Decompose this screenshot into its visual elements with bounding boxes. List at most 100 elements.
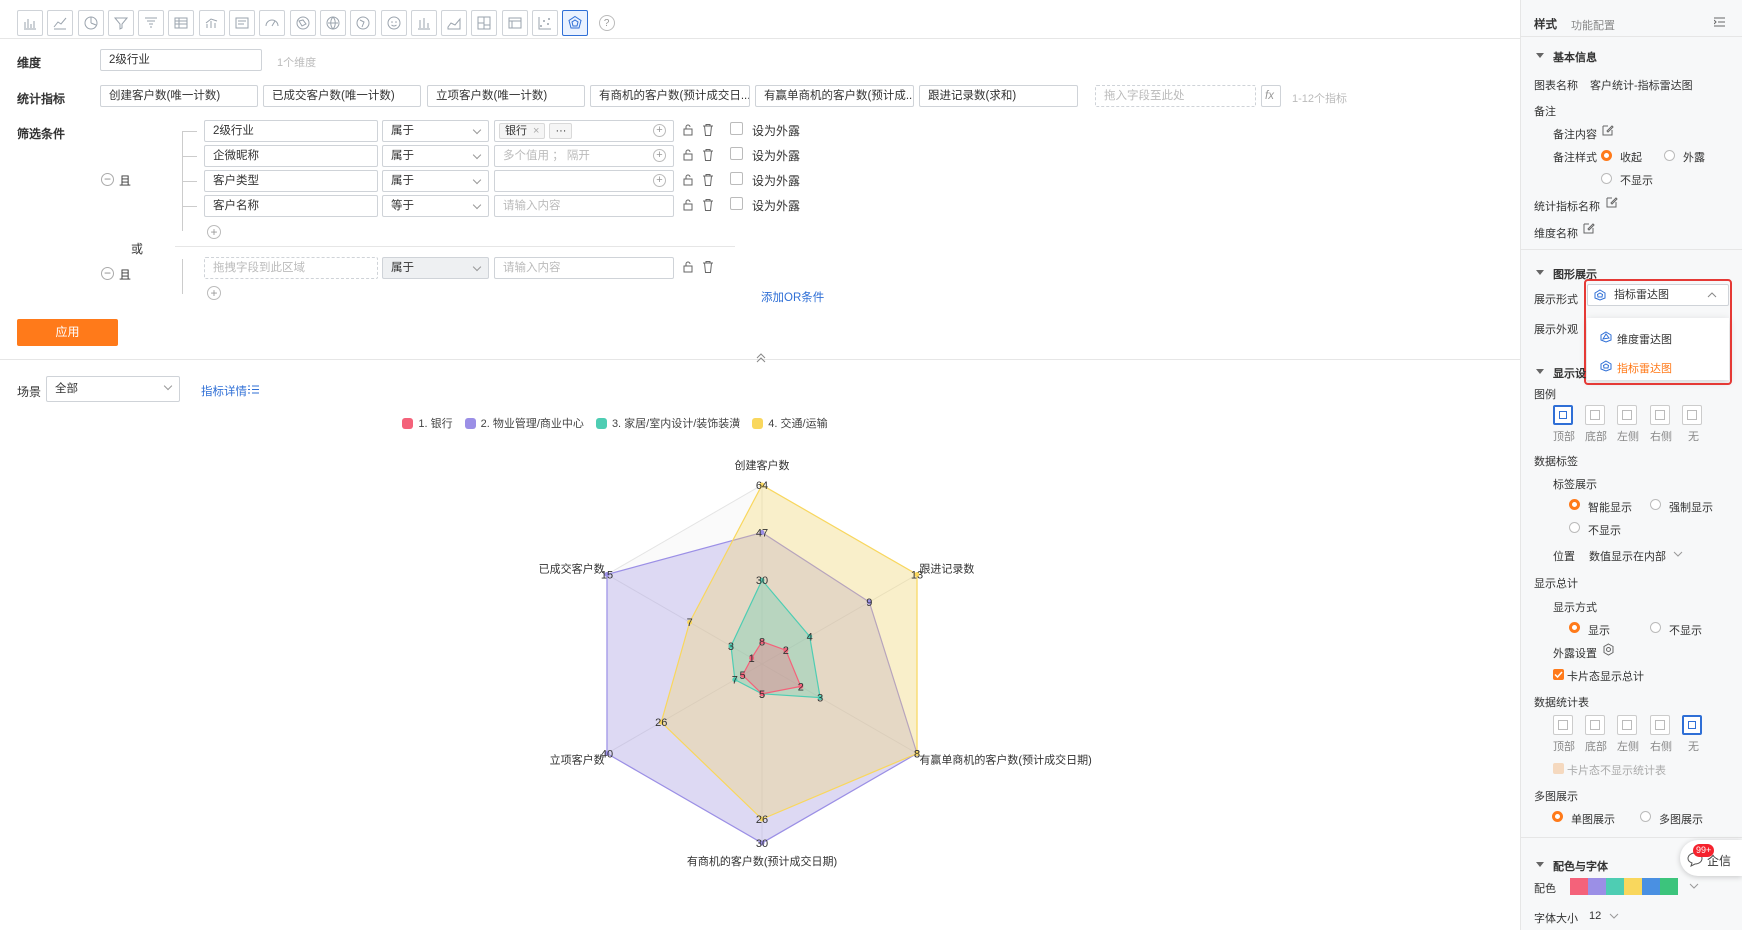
display-settings-header[interactable]: 显示设 (1553, 365, 1586, 381)
position-option-button[interactable] (1682, 405, 1702, 425)
position-option-label: 右侧 (1650, 431, 1672, 443)
data-label: 9 (866, 597, 872, 609)
label-hide-label: 不显示 (1588, 525, 1621, 537)
data-label: 7 (732, 675, 738, 687)
position-option-button[interactable] (1617, 715, 1637, 735)
edit-remark-icon[interactable] (1602, 124, 1614, 136)
data-label: 26 (756, 814, 768, 826)
label-hide-radio[interactable] (1569, 522, 1580, 533)
position-option-label: 左侧 (1617, 741, 1639, 753)
display-form-label: 展示形式 (1534, 294, 1578, 306)
display-settings-caret[interactable] (1536, 369, 1544, 374)
position-option-label: 顶部 (1553, 431, 1575, 443)
total-display-label: 显示总计 (1534, 578, 1578, 590)
data-label: 2 (783, 645, 789, 657)
edit-dimension-name-icon[interactable] (1583, 222, 1595, 234)
expose-settings-label: 外露设置 (1553, 648, 1597, 660)
total-hide-radio[interactable] (1650, 622, 1661, 633)
color-palette[interactable] (1570, 878, 1678, 895)
legend-label: 图例 (1534, 389, 1556, 401)
dimension-name-label: 维度名称 (1534, 228, 1578, 240)
axis-label: 立项客户数 (550, 753, 605, 767)
edit-metric-name-icon[interactable] (1606, 196, 1618, 208)
multi-chart-label: 多图展示 (1534, 791, 1578, 803)
card-no-table-label: 卡片态不显示统计表 (1567, 765, 1666, 777)
position-option-label: 无 (1688, 431, 1699, 443)
color-font-caret[interactable] (1536, 862, 1544, 867)
collapse-panel-icon[interactable] (1714, 17, 1725, 27)
position-option-button[interactable] (1553, 405, 1573, 425)
data-label: 3 (728, 641, 734, 653)
position-option-button[interactable] (1650, 715, 1670, 735)
position-option-button[interactable] (1617, 405, 1637, 425)
data-label-label: 数据标签 (1534, 456, 1578, 468)
data-label: 2 (798, 681, 804, 693)
single-chart-label: 单图展示 (1571, 814, 1615, 826)
palette-swatch (1570, 878, 1588, 895)
display-mode-label: 显示方式 (1553, 602, 1597, 614)
data-label: 8 (759, 637, 765, 649)
card-no-table-checkbox[interactable] (1553, 763, 1564, 774)
position-option-label: 底部 (1585, 741, 1607, 753)
chevron-down-icon[interactable] (1673, 550, 1683, 558)
graph-display-caret[interactable] (1536, 270, 1544, 275)
position-option-label: 无 (1688, 741, 1699, 753)
remark-expose-label: 外露 (1683, 152, 1705, 164)
card-total-checkbox[interactable] (1553, 669, 1564, 680)
position-option-button[interactable] (1553, 715, 1573, 735)
position-option-button[interactable] (1650, 405, 1670, 425)
data-label: 4 (807, 631, 813, 643)
color-font-header[interactable]: 配色与字体 (1553, 858, 1608, 874)
card-total-label: 卡片态显示总计 (1567, 671, 1644, 683)
position-option-label: 左侧 (1617, 431, 1639, 443)
label-smart-label: 智能显示 (1588, 502, 1632, 514)
position-select[interactable]: 数值显示在内部 (1589, 548, 1666, 564)
axis-label: 有赢单商机的客户数(预计成交日期) (919, 753, 1091, 767)
gear-icon[interactable] (1602, 643, 1615, 656)
remark-collapse-radio[interactable] (1601, 150, 1612, 161)
chart-name-value[interactable]: 客户统计-指标雷达图 (1590, 77, 1693, 93)
metric-name-label: 统计指标名称 (1534, 201, 1600, 213)
palette-swatch (1660, 878, 1678, 895)
tab-style[interactable]: 样式 (1534, 16, 1557, 32)
radar-chart: 479830401564138262673043573822551创建客户数跟进… (539, 458, 1092, 868)
remark-hide-label: 不显示 (1620, 175, 1653, 187)
remark-hide-radio[interactable] (1601, 173, 1612, 184)
label-force-label: 强制显示 (1669, 502, 1713, 514)
total-show-radio[interactable] (1569, 622, 1580, 633)
position-option-button[interactable] (1585, 715, 1605, 735)
single-chart-radio[interactable] (1552, 811, 1563, 822)
font-size-label: 字体大小 (1534, 913, 1578, 925)
data-label: 3 (817, 693, 823, 705)
font-size-select[interactable]: 12 (1589, 910, 1601, 922)
axis-label: 已成交客户数 (539, 562, 605, 576)
total-hide-label: 不显示 (1669, 625, 1702, 637)
axis-label: 创建客户数 (735, 458, 790, 472)
remark-content-label: 备注内容 (1553, 129, 1597, 141)
palette-swatch (1642, 878, 1660, 895)
data-label: 7 (687, 617, 693, 629)
remark-label: 备注 (1534, 106, 1556, 118)
axis-label: 跟进记录数 (919, 563, 974, 576)
chat-label: 企信 (1707, 854, 1732, 868)
position-option-button[interactable] (1682, 715, 1702, 735)
basic-info-caret[interactable] (1536, 53, 1544, 58)
palette-chevron-icon[interactable] (1689, 882, 1699, 890)
data-label: 1 (749, 653, 755, 665)
total-show-label: 显示 (1588, 625, 1610, 637)
data-label: 26 (655, 717, 667, 729)
font-size-chevron-icon[interactable] (1609, 912, 1619, 920)
remark-style-label: 备注样式 (1553, 152, 1597, 164)
highlight-box (1584, 279, 1732, 385)
data-label: 5 (740, 670, 746, 682)
multi-chart-radio[interactable] (1640, 811, 1651, 822)
position-option-button[interactable] (1585, 405, 1605, 425)
tab-function-config[interactable]: 功能配置 (1571, 17, 1615, 33)
label-smart-radio[interactable] (1569, 499, 1580, 510)
palette-swatch (1588, 878, 1606, 895)
remark-expose-radio[interactable] (1664, 150, 1675, 161)
data-table-label: 数据统计表 (1534, 697, 1589, 709)
label-force-radio[interactable] (1650, 499, 1661, 510)
basic-info-header[interactable]: 基本信息 (1553, 49, 1597, 65)
chart-name-label: 图表名称 (1534, 80, 1578, 92)
